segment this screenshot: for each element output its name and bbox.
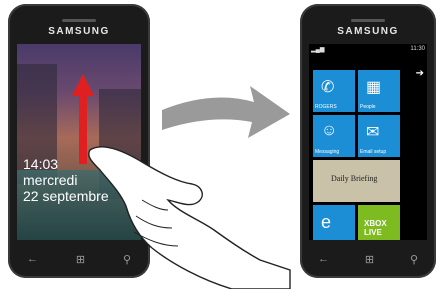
tile-phone[interactable]: ✆ ROGERS bbox=[313, 70, 355, 112]
signal-icon: ▂▄▆ bbox=[311, 47, 325, 53]
email-icon: ✉ bbox=[366, 124, 380, 141]
tile-daily-briefing[interactable]: Daily Briefing bbox=[313, 160, 400, 202]
xbox-icon: XBOX LIVE bbox=[364, 219, 387, 237]
back-arrow-icon[interactable]: ← bbox=[318, 253, 329, 266]
tile-grid: ✆ ROGERS ▦ People ☺ Messaging ✉ Email se… bbox=[313, 70, 405, 240]
brand-logo: SAMSUNG bbox=[337, 26, 399, 37]
newspaper-icon: Daily Briefing bbox=[331, 174, 378, 183]
tile-internet-explorer[interactable]: e bbox=[313, 205, 355, 240]
brand-logo: SAMSUNG bbox=[48, 26, 110, 37]
tile-xbox-live[interactable]: XBOX LIVE bbox=[358, 205, 400, 240]
speaker bbox=[351, 19, 385, 22]
windows-logo-icon[interactable]: ⊞ bbox=[365, 253, 374, 266]
right-phone: SAMSUNG ▂▄▆ 11:30 ➔ ✆ ROGERS ▦ People ☺ … bbox=[300, 4, 436, 278]
speaker bbox=[62, 19, 96, 22]
start-screen: ▂▄▆ 11:30 ➔ ✆ ROGERS ▦ People ☺ Messagin… bbox=[309, 44, 427, 240]
messaging-icon: ☺ bbox=[321, 122, 338, 139]
status-time: 11:30 bbox=[410, 46, 425, 52]
phone-icon: ✆ bbox=[321, 79, 335, 96]
transition-arrow-icon bbox=[162, 86, 290, 138]
status-bar: ▂▄▆ 11:30 bbox=[311, 46, 425, 53]
tile-messaging[interactable]: ☺ Messaging bbox=[313, 115, 355, 157]
internet-explorer-icon: e bbox=[321, 212, 332, 232]
back-arrow-icon[interactable]: ← bbox=[27, 253, 38, 266]
app-list-arrow-icon[interactable]: ➔ bbox=[416, 68, 424, 79]
hardware-nav: ← ⊞ ⚲ bbox=[300, 253, 436, 266]
tile-people[interactable]: ▦ People bbox=[358, 70, 400, 112]
tile-email[interactable]: ✉ Email setup bbox=[358, 115, 400, 157]
people-mosaic-icon: ▦ bbox=[366, 79, 382, 96]
search-icon[interactable]: ⚲ bbox=[410, 253, 418, 266]
hand-gesture-icon bbox=[88, 146, 291, 289]
